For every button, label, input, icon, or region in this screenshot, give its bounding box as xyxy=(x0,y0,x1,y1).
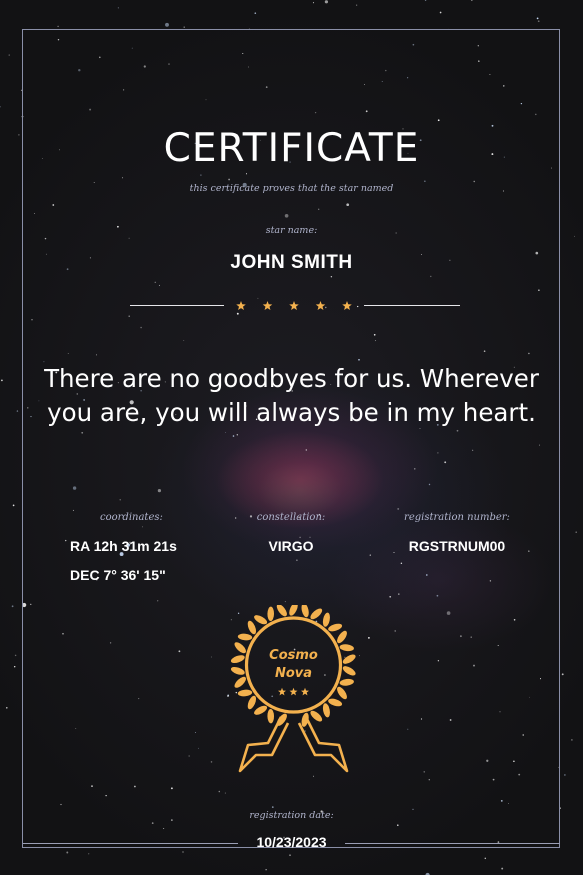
laurel-leaf xyxy=(339,678,354,686)
background-star xyxy=(14,654,17,657)
background-star xyxy=(254,12,257,15)
rating-star-icon xyxy=(236,301,246,311)
seal-text-line-1: Cosmo xyxy=(269,648,318,663)
registration-date-label: registration date: xyxy=(249,810,334,821)
laurel-leaf xyxy=(267,606,275,622)
registration-block: registration number: RGSTRNUM00 xyxy=(367,512,547,554)
divider-right xyxy=(364,305,460,306)
constellation-value: VIRGO xyxy=(268,538,314,554)
laurel-leaf xyxy=(289,605,298,616)
background-star xyxy=(471,0,473,1)
certificate-page: CERTIFICATE this certificate proves that… xyxy=(0,0,583,875)
background-star xyxy=(439,11,442,14)
dedication-message: There are no goodbyes for us. Wherever y… xyxy=(0,362,583,430)
registration-number-label: registration number: xyxy=(404,512,510,523)
background-star xyxy=(571,739,573,741)
background-star xyxy=(265,869,267,871)
laurel-leaf xyxy=(301,605,309,618)
laurel-leaf xyxy=(342,666,356,676)
dec-value: DEC 7° 36' 15" xyxy=(70,567,166,583)
background-star xyxy=(324,0,329,4)
background-star xyxy=(183,26,185,28)
seal-star xyxy=(289,687,298,696)
background-star xyxy=(537,20,540,23)
laurel-leaf xyxy=(247,620,257,635)
rating-star-icon xyxy=(262,301,273,311)
laurel-leaf xyxy=(267,708,275,724)
seal-stars-icon xyxy=(278,687,309,696)
laurel-leaf xyxy=(254,705,268,715)
laurel-leaf xyxy=(237,633,253,641)
laurel-leaf xyxy=(247,695,257,710)
background-star xyxy=(356,4,358,6)
background-star xyxy=(575,531,577,533)
seal-star xyxy=(278,687,286,696)
background-star xyxy=(117,7,119,9)
background-star xyxy=(424,0,427,1)
certificate-title: CERTIFICATE xyxy=(163,126,420,171)
star-name: JOHN SMITH xyxy=(230,252,353,273)
background-star xyxy=(564,774,566,776)
laurel-leaf xyxy=(234,642,246,654)
laurel-leaf xyxy=(254,615,268,625)
star-name-label: star name: xyxy=(265,225,318,236)
laurel-leaf xyxy=(328,623,343,632)
background-star xyxy=(57,25,59,28)
background-star xyxy=(561,673,564,676)
background-star xyxy=(536,17,539,20)
background-star xyxy=(12,504,15,507)
certificate-subtitle: this certificate proves that the star na… xyxy=(189,183,394,194)
rating-stars xyxy=(236,301,352,311)
background-star xyxy=(312,2,315,4)
divider-left xyxy=(130,305,224,306)
background-star xyxy=(165,22,169,27)
laurel-leaf xyxy=(342,654,356,664)
laurel-leaf xyxy=(322,612,330,627)
laurel-leaf xyxy=(276,605,287,617)
background-star xyxy=(289,854,291,856)
message-line-1: There are no goodbyes for us. Wherever xyxy=(44,364,539,393)
background-star xyxy=(484,857,487,860)
cosmo-nova-seal: Cosmo Nova xyxy=(230,605,356,773)
constellation-label: constellation: xyxy=(256,512,326,523)
seal-text-line-2: Nova xyxy=(275,666,312,681)
background-star xyxy=(574,235,575,237)
background-star xyxy=(6,707,8,709)
background-star xyxy=(182,851,184,853)
background-star xyxy=(11,605,14,608)
background-star xyxy=(8,54,10,56)
laurel-leaf xyxy=(310,608,323,620)
laurel-leaf xyxy=(310,710,323,722)
rating-star-icon xyxy=(315,301,326,311)
background-star xyxy=(0,106,1,108)
seal-ribbon xyxy=(238,716,349,773)
constellation-block: constellation: VIRGO xyxy=(201,512,381,554)
laurel-leaf xyxy=(328,698,343,707)
registration-date-value: 10/23/2023 xyxy=(256,834,327,850)
laurel-leaf xyxy=(337,630,347,644)
seal-star xyxy=(301,687,309,696)
laurel-leaf xyxy=(337,686,347,700)
rating-star-icon xyxy=(289,301,299,311)
background-star xyxy=(13,665,16,668)
laurel-leaf xyxy=(230,655,245,664)
background-star xyxy=(88,853,90,855)
laurel-leaf xyxy=(237,689,253,697)
message-line-2: you are, you will always be in my heart. xyxy=(47,398,536,427)
laurel-leaf xyxy=(230,666,245,675)
background-star xyxy=(501,867,504,870)
background-star xyxy=(66,851,69,854)
laurel-leaf xyxy=(234,676,246,688)
laurel-leaf xyxy=(322,703,330,718)
rating-star-icon xyxy=(342,301,352,311)
seal-inner-ring xyxy=(244,616,343,714)
laurel-leaf xyxy=(339,644,354,652)
registration-number-value: RGSTRNUM00 xyxy=(408,538,506,554)
